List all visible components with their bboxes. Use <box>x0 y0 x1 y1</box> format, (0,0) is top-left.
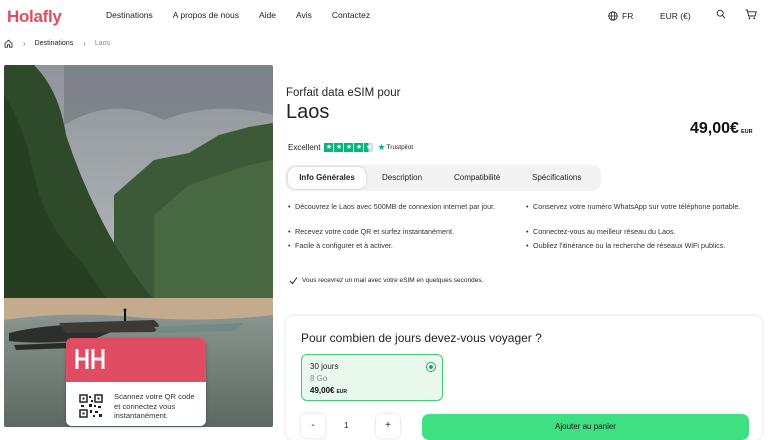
plan-price-currency: EUR <box>336 389 348 395</box>
mail-note: Vous recevrez un mail avec votre eSIM en… <box>289 276 483 285</box>
logo-text: Holafly <box>7 7 62 26</box>
tab-general-info[interactable]: Info Générales <box>288 167 366 189</box>
cart-icon[interactable] <box>745 9 757 20</box>
chevron-right-icon: › <box>83 38 86 48</box>
plan-price-amount: 49,00€ <box>310 386 335 395</box>
tab-specifications[interactable]: Spécifications <box>532 165 581 191</box>
rating-stars: ★ ★ ★ ★ ★ <box>324 142 374 152</box>
trustpilot-label: Trustpilot <box>386 143 414 151</box>
plan-days: 30 jours <box>310 362 339 371</box>
esim-card: Scannez votre QR code et connectez vous … <box>66 338 206 426</box>
breadcrumb-destinations[interactable]: Destinations <box>35 40 74 47</box>
feature-item: Recevez votre code QR et surfez instanta… <box>288 227 520 237</box>
feature-item: Découvrez le Laos avec 500MB de connexio… <box>288 202 520 212</box>
card-instructions: Scannez votre QR code et connectez vous … <box>114 392 195 420</box>
breadcrumb: › Destinations › Laos <box>4 37 110 49</box>
order-question: Pour combien de jours devez-vous voyager… <box>301 331 542 345</box>
product-subtitle: Forfait data eSIM pour <box>286 87 401 99</box>
rating-label: Excellent <box>288 142 321 152</box>
qr-code-icon <box>79 394 103 418</box>
card-body: Scannez votre QR code et connectez vous … <box>66 382 206 426</box>
add-to-cart-button[interactable]: Ajouter au panier <box>422 414 749 440</box>
language-selector[interactable]: FR <box>608 9 633 23</box>
holafly-h-icon <box>75 349 105 369</box>
quantity-value[interactable]: 1 <box>344 414 348 438</box>
feature-item: Connectez-vous au meilleur réseau du Lao… <box>526 227 758 237</box>
nav-link-destinations[interactable]: Destinations <box>106 10 153 20</box>
breadcrumb-current: Laos <box>94 39 111 47</box>
main-menu: Destinations A propos de nous Aide Avis … <box>106 10 370 20</box>
trustpilot-star-icon: ★ <box>377 141 386 152</box>
price-currency: EUR <box>740 129 753 135</box>
holafly-logo[interactable]: Holafly <box>7 7 62 27</box>
card-header <box>66 338 206 382</box>
currency-selector[interactable]: EUR (€) <box>660 9 691 23</box>
plan-data: 8 Go <box>310 374 328 383</box>
tab-compatibility[interactable]: Compatibilité <box>454 165 500 191</box>
nav-link-contact[interactable]: Contactez <box>332 10 370 20</box>
currency-label: EUR (€) <box>660 11 691 21</box>
feature-item: Facile à configurer et à activer. <box>288 241 520 251</box>
top-nav: Holafly Destinations A propos de nous Ai… <box>0 0 768 32</box>
feature-item: Oubliez l'itinérance ou la recherche de … <box>526 241 758 251</box>
mail-note-text: Vous recevrez un mail avec votre eSIM en… <box>302 277 484 284</box>
mail-check-icon <box>289 277 298 285</box>
search-icon[interactable] <box>716 9 726 19</box>
quantity-decrease-button[interactable]: - <box>301 414 325 438</box>
info-tabs: Info Générales Description Compatibilité… <box>285 165 601 191</box>
star-icon: ★ <box>354 142 364 152</box>
product-price: 49,00€ EUR <box>690 120 753 138</box>
nav-link-help[interactable]: Aide <box>259 10 276 20</box>
nav-link-reviews[interactable]: Avis <box>296 10 312 20</box>
star-icon: ★ <box>344 142 354 152</box>
star-icon: ★ <box>334 142 344 152</box>
trustpilot-logo: ★ Trustpilot <box>377 142 413 153</box>
plan-radio-selected[interactable] <box>426 362 436 372</box>
half-star-icon: ★ <box>364 142 374 152</box>
globe-icon <box>608 11 618 21</box>
nav-link-about[interactable]: A propos de nous <box>173 10 239 20</box>
home-icon[interactable] <box>4 39 13 48</box>
language-label: FR <box>622 11 634 21</box>
product-title: Laos <box>286 101 330 123</box>
quantity-increase-button[interactable]: + <box>376 414 400 438</box>
plan-price: 49,00€ EUR <box>310 386 347 395</box>
feature-item: Conservez votre numéro WhatsApp sur votr… <box>526 202 758 212</box>
tab-description[interactable]: Description <box>382 165 422 191</box>
plan-option-30-days[interactable]: 30 jours 8 Go 49,00€ EUR <box>301 354 443 401</box>
price-amount: 49,00€ <box>690 120 739 137</box>
chevron-right-icon: › <box>23 38 26 48</box>
order-panel: Pour combien de jours devez-vous voyager… <box>286 316 762 440</box>
trustpilot-rating[interactable]: Excellent ★ ★ ★ ★ ★ ★ Trustpilot <box>288 141 413 153</box>
star-icon: ★ <box>324 142 334 152</box>
